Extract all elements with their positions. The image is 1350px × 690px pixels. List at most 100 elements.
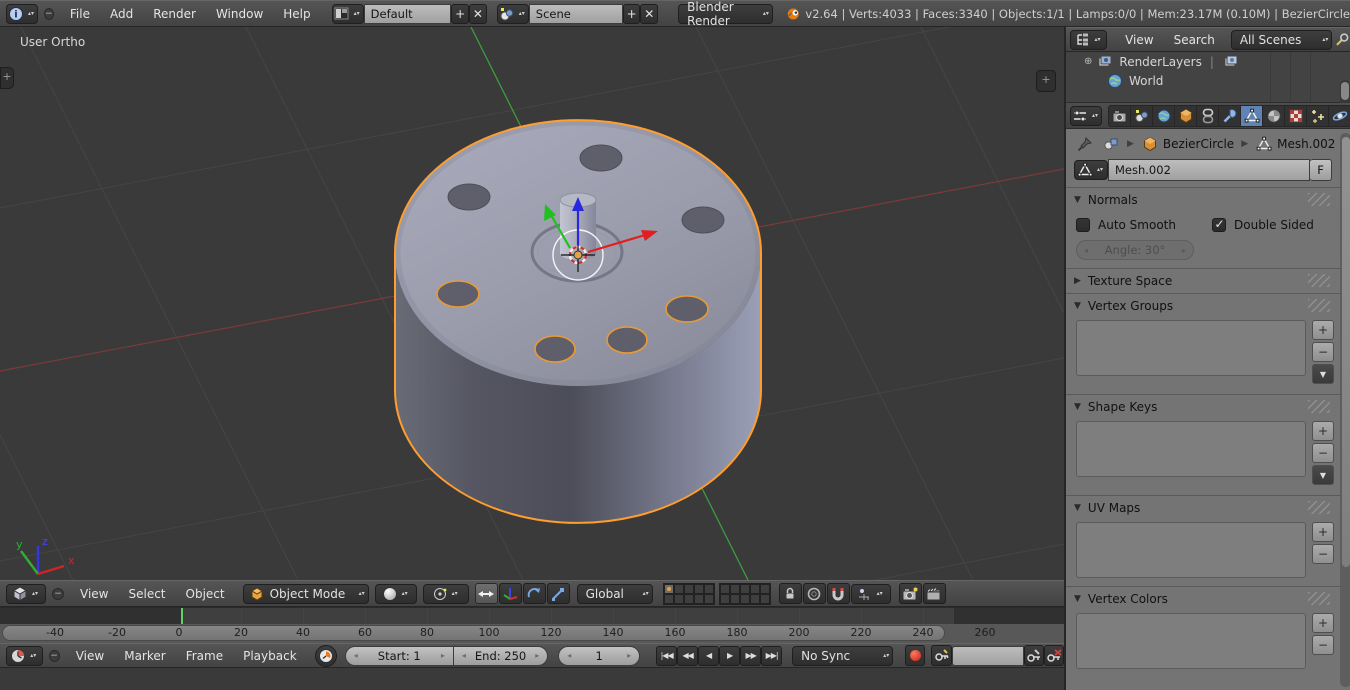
active-keying-set-button[interactable] xyxy=(931,645,952,666)
3d-viewport[interactable]: y z x User Ortho (1) BezierCircle + xyxy=(0,27,1064,607)
panel-header-texture-space[interactable]: ▶ Texture Space xyxy=(1066,269,1340,293)
jump-to-start-button[interactable]: |◀◀ xyxy=(656,645,678,666)
remove-vertex-color-button[interactable]: − xyxy=(1312,635,1334,655)
outliner-menu-search[interactable]: Search xyxy=(1164,33,1225,47)
rotate-manipulator-button[interactable] xyxy=(522,583,546,604)
play-button[interactable]: ▶ xyxy=(719,645,741,666)
tab-world[interactable] xyxy=(1153,105,1176,126)
tab-object[interactable] xyxy=(1175,105,1198,126)
editor-type-selector-3dview[interactable]: ▴▾ xyxy=(6,583,46,604)
uv-maps-list[interactable] xyxy=(1076,522,1306,578)
scene-name-field[interactable]: Scene xyxy=(528,3,623,24)
current-frame-indicator[interactable] xyxy=(181,608,183,624)
shape-key-specials-button[interactable]: ▼ xyxy=(1312,465,1334,485)
render-engine-dropdown[interactable]: Blender Render ▴▾ xyxy=(678,0,773,28)
mesh-object-cylinder[interactable] xyxy=(394,119,762,524)
delete-scene-button[interactable]: ✕ xyxy=(640,3,659,24)
mesh-name-field[interactable]: Mesh.002 xyxy=(1108,159,1310,181)
editor-type-selector-timeline[interactable]: ▴▾ xyxy=(6,645,43,666)
double-sided-checkbox-row[interactable]: Double Sided xyxy=(1202,212,1322,236)
timeline-track[interactable] xyxy=(0,607,1064,624)
snap-element-dropdown[interactable]: ▴▾ xyxy=(850,583,891,604)
panel-header-uv-maps[interactable]: ▼ UV Maps xyxy=(1066,496,1340,520)
panel-drag-icon[interactable] xyxy=(1308,400,1330,413)
collapse-timeline-menus-button[interactable]: − xyxy=(48,649,60,662)
panel-header-normals[interactable]: ▼ Normals xyxy=(1066,188,1340,212)
tab-physics[interactable] xyxy=(1329,106,1350,126)
snap-toggle-button[interactable] xyxy=(826,583,850,604)
breadcrumb-data[interactable]: Mesh.002 xyxy=(1277,137,1335,151)
end-frame-field[interactable]: ◂ End: 250 ▸ xyxy=(453,645,549,666)
auto-smooth-checkbox-row[interactable]: Auto Smooth xyxy=(1066,212,1202,236)
remove-vertex-group-button[interactable]: − xyxy=(1312,342,1334,362)
viewport-menu-view[interactable]: View xyxy=(70,587,118,601)
menu-render[interactable]: Render xyxy=(143,7,206,21)
panel-header-shape-keys[interactable]: ▼ Shape Keys xyxy=(1066,395,1340,419)
transform-orientation-dropdown[interactable]: Global ▴▾ xyxy=(576,583,653,604)
menu-file[interactable]: File xyxy=(60,7,100,21)
properties-shelf-expand-tab[interactable]: + xyxy=(1036,70,1056,92)
timeline-ruler[interactable]: -40 -20 0 20 40 60 80 100 120 140 160 18… xyxy=(0,624,1064,643)
vertex-groups-list[interactable] xyxy=(1076,320,1306,376)
tab-scene[interactable] xyxy=(1131,105,1154,126)
mode-dropdown[interactable]: Object Mode ▴▾ xyxy=(242,583,369,604)
editor-type-selector-outliner[interactable]: ▴▾ xyxy=(1070,29,1108,50)
layers-group-1[interactable] xyxy=(662,582,715,605)
outliner-menu-view[interactable]: View xyxy=(1115,33,1163,47)
menu-window[interactable]: Window xyxy=(206,7,273,21)
panel-drag-icon[interactable] xyxy=(1308,299,1330,312)
add-shape-key-button[interactable]: + xyxy=(1312,421,1334,441)
viewport-menu-select[interactable]: Select xyxy=(118,587,175,601)
menu-add[interactable]: Add xyxy=(100,7,143,21)
panel-drag-icon[interactable] xyxy=(1308,592,1330,605)
panel-drag-icon[interactable] xyxy=(1308,501,1330,514)
tab-render[interactable] xyxy=(1109,105,1132,126)
opengl-render-animation-button[interactable] xyxy=(922,583,946,604)
auto-keyframe-record-button[interactable] xyxy=(905,645,926,666)
screen-layout-browse-button[interactable]: ▴▾ xyxy=(331,3,364,24)
auto-smooth-checkbox[interactable] xyxy=(1076,218,1090,232)
use-preview-range-button[interactable] xyxy=(314,644,337,667)
timeline-menu-playback[interactable]: Playback xyxy=(233,649,307,663)
toolbar-expand-tab[interactable]: + xyxy=(0,67,14,89)
mesh-browse-button[interactable]: ▴▾ xyxy=(1074,160,1108,180)
layer-1-active[interactable] xyxy=(663,583,674,594)
play-reverse-button[interactable]: ◀ xyxy=(698,645,720,666)
translate-manipulator-button[interactable] xyxy=(498,583,522,604)
screen-layout-name-field[interactable]: Default xyxy=(363,3,452,24)
shape-keys-list[interactable] xyxy=(1076,421,1306,477)
tab-particles[interactable] xyxy=(1307,105,1330,126)
fake-user-button[interactable]: F xyxy=(1310,159,1332,181)
outliner-search-icon[interactable] xyxy=(1334,31,1350,49)
editor-type-selector-properties[interactable]: ▴▾ xyxy=(1070,105,1103,126)
timeline-menu-marker[interactable]: Marker xyxy=(114,649,175,663)
timeline-menu-view[interactable]: View xyxy=(66,649,114,663)
collapse-viewport-menus-button[interactable]: − xyxy=(52,587,64,600)
manipulator-center[interactable] xyxy=(573,250,583,260)
jump-to-end-button[interactable]: ▶▶| xyxy=(761,645,783,666)
add-scene-button[interactable]: + xyxy=(622,3,641,24)
properties-vertical-scrollbar[interactable] xyxy=(1340,133,1350,687)
remove-uv-map-button[interactable]: − xyxy=(1312,544,1334,564)
outliner-filter-dropdown[interactable]: All Scenes ▴▾ xyxy=(1230,29,1333,50)
scene-browse-button[interactable]: ▴▾ xyxy=(496,3,529,24)
next-keyframe-button[interactable]: ▶▶ xyxy=(740,645,762,666)
sync-mode-dropdown[interactable]: No Sync ▴▾ xyxy=(792,645,894,666)
tab-object-data[interactable] xyxy=(1241,105,1264,126)
breadcrumb-object[interactable]: BezierCircle xyxy=(1163,137,1234,151)
timeline-menu-frame[interactable]: Frame xyxy=(176,649,233,663)
insert-keyframe-button[interactable] xyxy=(1024,645,1045,666)
renderability-icon[interactable] xyxy=(1222,53,1240,71)
keying-set-field[interactable] xyxy=(951,645,1025,666)
opengl-render-image-button[interactable] xyxy=(898,583,922,604)
add-vertex-color-button[interactable]: + xyxy=(1312,613,1334,633)
previous-keyframe-button[interactable]: ◀◀ xyxy=(677,645,699,666)
double-sided-checkbox[interactable] xyxy=(1212,217,1226,232)
proportional-edit-button[interactable] xyxy=(802,583,826,604)
panel-drag-icon[interactable] xyxy=(1308,193,1330,206)
menu-help[interactable]: Help xyxy=(273,7,320,21)
auto-smooth-angle-slider[interactable]: ◂ Angle: 30° ▸ xyxy=(1076,240,1194,260)
object-data-context-icon[interactable] xyxy=(1102,135,1120,153)
collapse-menus-button[interactable]: − xyxy=(44,7,54,20)
remove-shape-key-button[interactable]: − xyxy=(1312,443,1334,463)
